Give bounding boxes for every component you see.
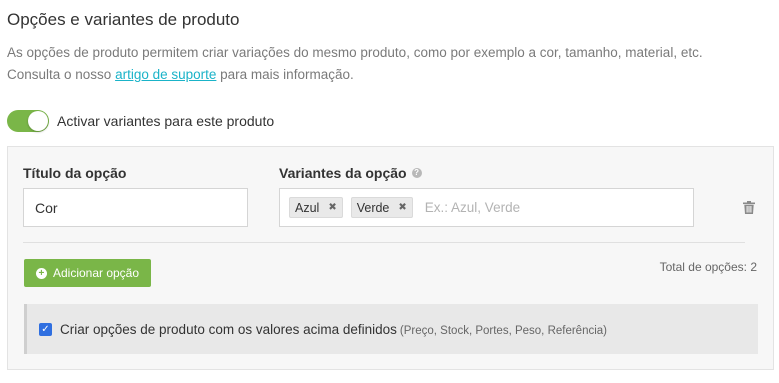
- remove-tag-icon[interactable]: ✖: [398, 202, 406, 213]
- option-title-value: Cor: [35, 199, 58, 216]
- variants-label-text: Variantes da opção: [279, 165, 407, 181]
- description-suffix: para mais informação.: [216, 67, 354, 82]
- trash-icon[interactable]: [743, 201, 755, 214]
- remove-tag-icon[interactable]: ✖: [328, 202, 336, 213]
- variant-tag-label: Verde: [356, 200, 390, 215]
- variants-toggle-row: Activar variantes para este produto: [7, 110, 274, 132]
- create-options-box: ✓ Criar opções de produto com os valores…: [24, 304, 758, 354]
- description-prefix: Consulta o nosso: [7, 67, 116, 82]
- variant-tag-label: Azul: [295, 200, 320, 215]
- section-title: Opções e variantes de produto: [7, 10, 240, 29]
- option-variants-label: Variantes da opção ?: [279, 165, 422, 181]
- create-options-text: Criar opções de produto com os valores a…: [60, 321, 397, 337]
- create-options-hint: (Preço, Stock, Portes, Peso, Referência): [399, 324, 608, 337]
- variants-placeholder: Ex.: Azul, Verde: [424, 200, 521, 215]
- add-option-button[interactable]: + Adicionar opção: [24, 259, 151, 287]
- add-option-label: Adicionar opção: [52, 266, 140, 280]
- toggle-knob: [28, 111, 48, 131]
- section-description: As opções de produto permitem criar vari…: [7, 42, 703, 86]
- support-article-link[interactable]: artigo de suporte: [115, 67, 216, 82]
- create-options-checkbox[interactable]: ✓: [39, 322, 52, 336]
- variants-toggle[interactable]: [7, 110, 49, 132]
- variants-toggle-label: Activar variantes para este produto: [57, 113, 275, 129]
- create-options-label: Criar opções de produto com os valores a…: [60, 322, 607, 337]
- option-title-label: Título da opção: [23, 165, 127, 181]
- total-options: Total de opções: 2: [659, 260, 757, 274]
- description-line-1: As opções de produto permitem criar vari…: [7, 45, 703, 60]
- option-variants-input[interactable]: Azul ✖ Verde ✖ Ex.: Azul, Verde: [279, 188, 694, 227]
- help-icon[interactable]: ?: [411, 168, 422, 178]
- plus-circle-icon: +: [35, 267, 47, 279]
- variant-tag: Verde ✖: [350, 197, 413, 218]
- variant-tag: Azul ✖: [289, 197, 343, 218]
- option-title-input[interactable]: Cor: [23, 188, 248, 227]
- option-panel: Título da opção Variantes da opção ? Cor…: [7, 146, 774, 370]
- divider: [23, 242, 745, 243]
- description-line-2: Consulta o nosso artigo de suporte para …: [7, 64, 703, 86]
